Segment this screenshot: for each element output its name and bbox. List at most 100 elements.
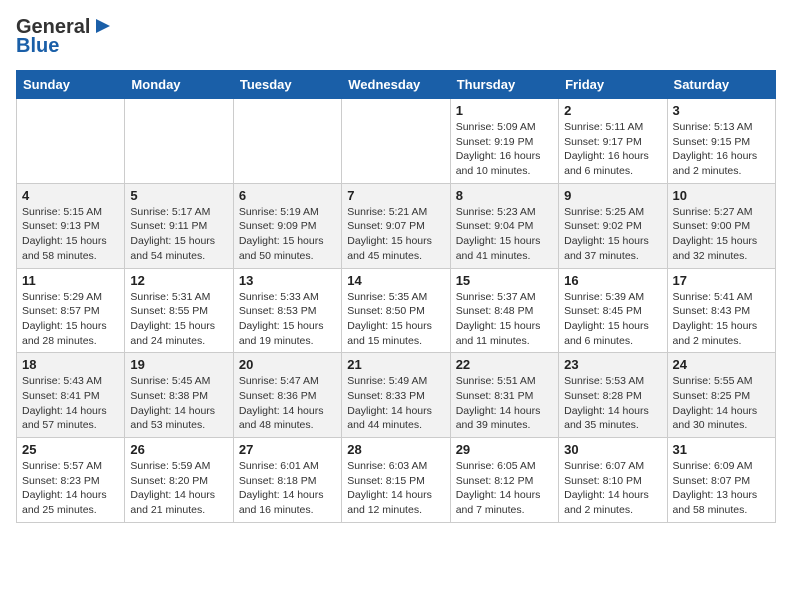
day-info: Sunrise: 5:51 AM Sunset: 8:31 PM Dayligh… — [456, 374, 553, 433]
day-number: 13 — [239, 273, 336, 288]
day-number: 22 — [456, 357, 553, 372]
day-info: Sunrise: 5:41 AM Sunset: 8:43 PM Dayligh… — [673, 290, 770, 349]
week-row-2: 4 Sunrise: 5:15 AM Sunset: 9:13 PM Daylig… — [17, 183, 776, 268]
logo-blue-text: Blue — [16, 35, 59, 58]
day-number: 26 — [130, 442, 227, 457]
day-cell: 14Sunrise: 5:35 AM Sunset: 8:50 PM Dayli… — [342, 268, 450, 353]
day-cell: 9 Sunrise: 5:25 AM Sunset: 9:02 PM Daylig… — [559, 183, 667, 268]
day-info: Sunrise: 5:31 AM Sunset: 8:55 PM Dayligh… — [130, 290, 227, 349]
day-info: Sunrise: 5:19 AM Sunset: 9:09 PM Dayligh… — [239, 205, 336, 264]
day-number: 15 — [456, 273, 553, 288]
day-number: 19 — [130, 357, 227, 372]
day-cell: 2 Sunrise: 5:11 AM Sunset: 9:17 PM Daylig… — [559, 99, 667, 184]
day-info: Sunrise: 5:55 AM Sunset: 8:25 PM Dayligh… — [673, 374, 770, 433]
day-info: Sunrise: 5:47 AM Sunset: 8:36 PM Dayligh… — [239, 374, 336, 433]
day-info: Sunrise: 5:09 AM Sunset: 9:19 PM Dayligh… — [456, 120, 553, 179]
day-cell: 31 Sunrise: 6:09 AM Sunset: 8:07 PM Dayli… — [667, 438, 775, 523]
day-number: 12 — [130, 273, 227, 288]
day-info: Sunrise: 5:37 AM Sunset: 8:48 PM Dayligh… — [456, 290, 553, 349]
day-cell — [342, 99, 450, 184]
day-info: Sunrise: 5:11 AM Sunset: 9:17 PM Dayligh… — [564, 120, 661, 179]
day-cell — [233, 99, 341, 184]
day-number: 1 — [456, 103, 553, 118]
day-info: Sunrise: 5:27 AM Sunset: 9:00 PM Dayligh… — [673, 205, 770, 264]
day-cell: 11 Sunrise: 5:29 AM Sunset: 8:57 PM Dayli… — [17, 268, 125, 353]
weekday-header-monday: Monday — [125, 71, 233, 99]
day-number: 20 — [239, 357, 336, 372]
day-cell: 19 Sunrise: 5:45 AM Sunset: 8:38 PM Dayli… — [125, 353, 233, 438]
day-info: Sunrise: 5:49 AM Sunset: 8:33 PM Dayligh… — [347, 374, 444, 433]
day-info: Sunrise: 5:53 AM Sunset: 8:28 PM Dayligh… — [564, 374, 661, 433]
day-cell: 17 Sunrise: 5:41 AM Sunset: 8:43 PM Dayli… — [667, 268, 775, 353]
weekday-header-saturday: Saturday — [667, 71, 775, 99]
day-info: Sunrise: 5:13 AM Sunset: 9:15 PM Dayligh… — [673, 120, 770, 179]
weekday-header-sunday: Sunday — [17, 71, 125, 99]
day-cell: 8 Sunrise: 5:23 AM Sunset: 9:04 PM Daylig… — [450, 183, 558, 268]
day-info: Sunrise: 6:09 AM Sunset: 8:07 PM Dayligh… — [673, 459, 770, 518]
day-cell: 25 Sunrise: 5:57 AM Sunset: 8:23 PM Dayli… — [17, 438, 125, 523]
day-number: 30 — [564, 442, 661, 457]
day-cell: 22 Sunrise: 5:51 AM Sunset: 8:31 PM Dayli… — [450, 353, 558, 438]
day-number: 8 — [456, 188, 553, 203]
day-cell — [17, 99, 125, 184]
day-number: 31 — [673, 442, 770, 457]
day-number: 3 — [673, 103, 770, 118]
day-cell: 5Sunrise: 5:17 AM Sunset: 9:11 PM Daylig… — [125, 183, 233, 268]
day-cell: 13 Sunrise: 5:33 AM Sunset: 8:53 PM Dayli… — [233, 268, 341, 353]
day-cell: 12 Sunrise: 5:31 AM Sunset: 8:55 PM Dayli… — [125, 268, 233, 353]
day-number: 5 — [130, 188, 227, 203]
day-cell: 21Sunrise: 5:49 AM Sunset: 8:33 PM Dayli… — [342, 353, 450, 438]
day-number: 2 — [564, 103, 661, 118]
day-info: Sunrise: 5:15 AM Sunset: 9:13 PM Dayligh… — [22, 205, 119, 264]
calendar-table: SundayMondayTuesdayWednesdayThursdayFrid… — [16, 70, 776, 523]
weekday-header-thursday: Thursday — [450, 71, 558, 99]
day-cell: 7 Sunrise: 5:21 AM Sunset: 9:07 PM Daylig… — [342, 183, 450, 268]
day-number: 9 — [564, 188, 661, 203]
day-info: Sunrise: 6:03 AM Sunset: 8:15 PM Dayligh… — [347, 459, 444, 518]
day-info: Sunrise: 5:33 AM Sunset: 8:53 PM Dayligh… — [239, 290, 336, 349]
day-number: 16 — [564, 273, 661, 288]
day-info: Sunrise: 5:45 AM Sunset: 8:38 PM Dayligh… — [130, 374, 227, 433]
day-number: 7 — [347, 188, 444, 203]
day-cell: 23 Sunrise: 5:53 AM Sunset: 8:28 PM Dayli… — [559, 353, 667, 438]
day-number: 14 — [347, 273, 444, 288]
day-info: Sunrise: 5:21 AM Sunset: 9:07 PM Dayligh… — [347, 205, 444, 264]
weekday-header-wednesday: Wednesday — [342, 71, 450, 99]
day-number: 18 — [22, 357, 119, 372]
day-cell: 18Sunrise: 5:43 AM Sunset: 8:41 PM Dayli… — [17, 353, 125, 438]
day-cell: 15 Sunrise: 5:37 AM Sunset: 8:48 PM Dayli… — [450, 268, 558, 353]
day-info: Sunrise: 6:07 AM Sunset: 8:10 PM Dayligh… — [564, 459, 661, 518]
day-info: Sunrise: 5:59 AM Sunset: 8:20 PM Dayligh… — [130, 459, 227, 518]
day-info: Sunrise: 5:23 AM Sunset: 9:04 PM Dayligh… — [456, 205, 553, 264]
day-cell: 28Sunrise: 6:03 AM Sunset: 8:15 PM Dayli… — [342, 438, 450, 523]
week-row-3: 11 Sunrise: 5:29 AM Sunset: 8:57 PM Dayli… — [17, 268, 776, 353]
day-number: 11 — [22, 273, 119, 288]
logo: General Blue — [16, 16, 114, 58]
day-cell: 26 Sunrise: 5:59 AM Sunset: 8:20 PM Dayli… — [125, 438, 233, 523]
day-cell: 27 Sunrise: 6:01 AM Sunset: 8:18 PM Dayli… — [233, 438, 341, 523]
day-number: 17 — [673, 273, 770, 288]
day-cell: 3 Sunrise: 5:13 AM Sunset: 9:15 PM Daylig… — [667, 99, 775, 184]
day-number: 10 — [673, 188, 770, 203]
day-number: 24 — [673, 357, 770, 372]
day-info: Sunrise: 5:39 AM Sunset: 8:45 PM Dayligh… — [564, 290, 661, 349]
day-info: Sunrise: 6:01 AM Sunset: 8:18 PM Dayligh… — [239, 459, 336, 518]
logo-triangle-icon — [92, 15, 114, 37]
day-cell: 20 Sunrise: 5:47 AM Sunset: 8:36 PM Dayli… — [233, 353, 341, 438]
day-number: 25 — [22, 442, 119, 457]
weekday-header-tuesday: Tuesday — [233, 71, 341, 99]
day-info: Sunrise: 6:05 AM Sunset: 8:12 PM Dayligh… — [456, 459, 553, 518]
day-cell: 1 Sunrise: 5:09 AM Sunset: 9:19 PM Daylig… — [450, 99, 558, 184]
day-number: 4 — [22, 188, 119, 203]
weekday-header-row: SundayMondayTuesdayWednesdayThursdayFrid… — [17, 71, 776, 99]
day-number: 23 — [564, 357, 661, 372]
day-cell: 29Sunrise: 6:05 AM Sunset: 8:12 PM Dayli… — [450, 438, 558, 523]
day-number: 6 — [239, 188, 336, 203]
day-cell: 24 Sunrise: 5:55 AM Sunset: 8:25 PM Dayli… — [667, 353, 775, 438]
day-info: Sunrise: 5:57 AM Sunset: 8:23 PM Dayligh… — [22, 459, 119, 518]
day-cell: 16 Sunrise: 5:39 AM Sunset: 8:45 PM Dayli… — [559, 268, 667, 353]
day-info: Sunrise: 5:29 AM Sunset: 8:57 PM Dayligh… — [22, 290, 119, 349]
day-info: Sunrise: 5:25 AM Sunset: 9:02 PM Dayligh… — [564, 205, 661, 264]
weekday-header-friday: Friday — [559, 71, 667, 99]
day-number: 27 — [239, 442, 336, 457]
